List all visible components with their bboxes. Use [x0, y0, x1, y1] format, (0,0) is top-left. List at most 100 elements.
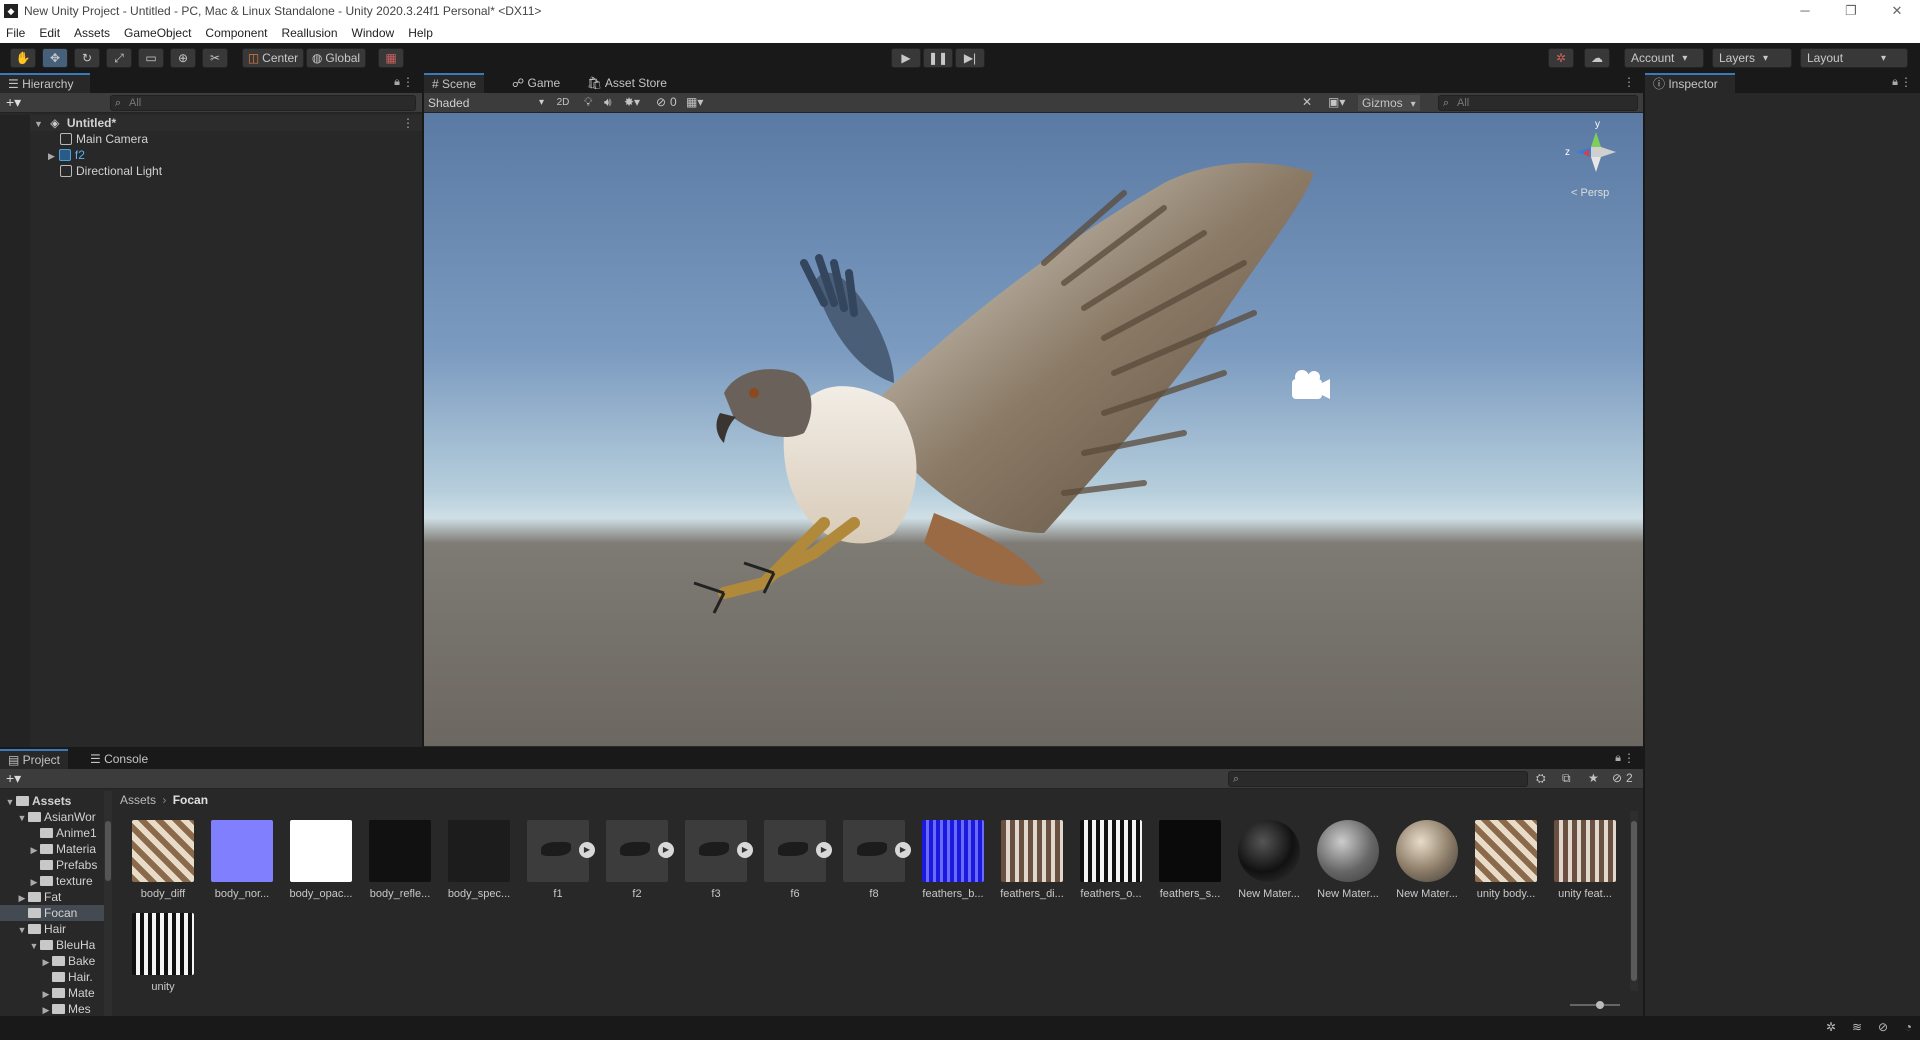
hierarchy-item-f2[interactable]: ▶ f2	[0, 147, 422, 163]
search-by-label-icon[interactable]: ⧉	[1562, 771, 1571, 786]
animation-clip-asset[interactable]: ▶ f2	[597, 820, 677, 900]
orientation-gizmo[interactable]: y z < Persp	[1565, 119, 1625, 209]
tab-asset-store[interactable]: 🛍︎ Asset Store	[579, 73, 675, 93]
rotate-tool-icon[interactable]: ↻	[74, 48, 100, 68]
expand-arrow-icon[interactable]: ▶	[28, 874, 40, 890]
lock-icon[interactable]: 🔒︎	[1892, 76, 1898, 89]
asset-item[interactable]: body_nor...	[202, 820, 282, 900]
asset-item[interactable]: feathers_di...	[992, 820, 1072, 900]
toggle-2d-button[interactable]: 2D	[550, 95, 576, 111]
asset-item[interactable]: feathers_b...	[913, 820, 993, 900]
lighting-toggle-icon[interactable]: 💡︎	[584, 95, 592, 110]
menu-component[interactable]: Component	[205, 26, 267, 40]
hierarchy-search-input[interactable]: All	[110, 95, 416, 111]
menu-window[interactable]: Window	[352, 26, 395, 40]
hidden-packages-icon[interactable]: ⊘	[1612, 771, 1622, 785]
more-options-icon[interactable]: ⋮	[402, 75, 414, 89]
expand-arrow-icon[interactable]: ▶	[40, 1002, 52, 1016]
animation-clip-asset[interactable]: ▶ f3	[676, 820, 756, 900]
custom-tool-icon[interactable]: ✂	[202, 48, 228, 68]
expand-arrow-icon[interactable]: ▼	[4, 794, 16, 810]
tab-scene[interactable]: # Scene	[424, 73, 485, 93]
scene-root-row[interactable]: ▼ ◈ Untitled* ⋮	[0, 115, 422, 131]
effects-toggle-icon[interactable]: ✸▾	[624, 95, 640, 109]
hierarchy-item-main-camera[interactable]: Main Camera	[0, 131, 422, 147]
menu-help[interactable]: Help	[408, 26, 433, 40]
folder-tree-item[interactable]: ▼ BleuHa	[0, 937, 104, 953]
menu-gameobject[interactable]: GameObject	[124, 26, 191, 40]
transform-tool-icon[interactable]: ⊕	[170, 48, 196, 68]
bug-icon[interactable]: ✲	[1826, 1020, 1836, 1034]
project-search-input[interactable]	[1228, 771, 1528, 787]
expand-arrow-icon[interactable]: ▶	[40, 954, 52, 970]
projection-label[interactable]: < Persp	[1571, 187, 1609, 199]
breadcrumb-assets[interactable]: Assets	[120, 793, 156, 807]
folder-tree-item[interactable]: ▶ Fat	[0, 889, 104, 905]
expand-arrow-icon[interactable]: ▶	[16, 890, 28, 906]
more-options-icon[interactable]: ⋮	[1900, 75, 1912, 89]
auto-generate-icon[interactable]: ⊘	[1878, 1020, 1888, 1034]
asset-item[interactable]: unity	[123, 913, 203, 993]
asset-item[interactable]: body_spec...	[439, 820, 519, 900]
play-preview-icon[interactable]: ▶	[895, 842, 911, 858]
asset-item[interactable]: New Mater...	[1308, 820, 1388, 900]
expand-arrow-icon[interactable]: ▶	[28, 842, 40, 858]
folder-tree-item[interactable]: Focan	[0, 905, 104, 921]
step-button[interactable]: ▶|	[955, 48, 985, 68]
cloud-icon[interactable]: ☁	[1584, 48, 1610, 68]
animation-clip-asset[interactable]: ▶ f1	[518, 820, 598, 900]
tab-game[interactable]: ☍ Game	[504, 73, 568, 93]
folder-tree-item[interactable]: ▼ Assets	[0, 793, 104, 809]
gizmos-dropdown[interactable]: Gizmos	[1358, 95, 1420, 111]
create-add-icon[interactable]: +▾	[6, 94, 21, 111]
layout-dropdown[interactable]: Layout	[1800, 48, 1908, 68]
scene-viewport[interactable]: y z < Persp	[424, 113, 1643, 746]
more-options-icon[interactable]: ⋮	[1623, 751, 1635, 765]
pivot-center-button[interactable]: ◫ Center	[242, 48, 304, 68]
tab-inspector[interactable]: ⓘ Inspector	[1645, 73, 1735, 93]
rect-tool-icon[interactable]: ▭	[138, 48, 164, 68]
asset-grid-scrollbar[interactable]	[1630, 811, 1638, 991]
menu-assets[interactable]: Assets	[74, 26, 110, 40]
folder-tree-item[interactable]: ▶ Bake	[0, 953, 104, 969]
play-preview-icon[interactable]: ▶	[658, 842, 674, 858]
pivot-global-button[interactable]: ◍ Global	[306, 48, 366, 68]
scale-tool-icon[interactable]: ⤢	[106, 48, 132, 68]
folder-tree-item[interactable]: Hair.	[0, 969, 104, 985]
scene-options-icon[interactable]: ⋮	[402, 115, 414, 131]
search-by-type-icon[interactable]: ⛭	[1536, 771, 1546, 786]
expand-arrow-icon[interactable]: ▶	[40, 986, 52, 1002]
camera-settings-icon[interactable]: ▣▾	[1328, 95, 1345, 109]
animation-clip-asset[interactable]: ▶ f6	[755, 820, 835, 900]
thumbnail-size-slider[interactable]	[1570, 1001, 1630, 1009]
account-dropdown[interactable]: Account	[1624, 48, 1704, 68]
more-options-icon[interactable]: ⋮	[1623, 75, 1635, 89]
expand-arrow-icon[interactable]: ▼	[16, 922, 28, 938]
minimize-button[interactable]: ─	[1782, 0, 1828, 22]
asset-item[interactable]: feathers_o...	[1071, 820, 1151, 900]
folder-tree-item[interactable]: ▶ Mate	[0, 985, 104, 1001]
menu-reallusion[interactable]: Reallusion	[281, 26, 337, 40]
asset-item[interactable]: feathers_s...	[1150, 820, 1230, 900]
animation-clip-asset[interactable]: ▶ f8	[834, 820, 914, 900]
tab-console[interactable]: ☰ Console	[82, 749, 156, 769]
grid-snap-icon[interactable]: ▦	[378, 48, 404, 68]
folder-tree-item[interactable]: ▶ Materia	[0, 841, 104, 857]
expand-arrow-icon[interactable]: ▼	[16, 810, 28, 826]
grid-toggle-icon[interactable]: ▦▾	[686, 95, 703, 109]
favorites-icon[interactable]: ★	[1588, 771, 1599, 785]
folder-tree-item[interactable]: ▼ AsianWor	[0, 809, 104, 825]
progress-icon[interactable]: ◔	[1905, 1020, 1912, 1034]
asset-item[interactable]: unity feat...	[1545, 820, 1625, 900]
move-tool-icon[interactable]: ✥	[42, 48, 68, 68]
create-add-icon[interactable]: +▾	[6, 770, 21, 787]
expand-arrow-icon[interactable]: ▶	[48, 151, 55, 161]
tab-hierarchy[interactable]: ☰ Hierarchy	[0, 73, 90, 93]
asset-item[interactable]: body_opac...	[281, 820, 361, 900]
expand-arrow-icon[interactable]: ▼	[34, 119, 43, 129]
shading-mode-dropdown[interactable]: Shaded	[428, 95, 544, 111]
tools-icon[interactable]: ✕	[1302, 95, 1312, 109]
folder-tree-item[interactable]: ▶ Mes	[0, 1001, 104, 1016]
layers-dropdown[interactable]: Layers	[1712, 48, 1792, 68]
tree-scrollbar[interactable]	[104, 791, 112, 1016]
